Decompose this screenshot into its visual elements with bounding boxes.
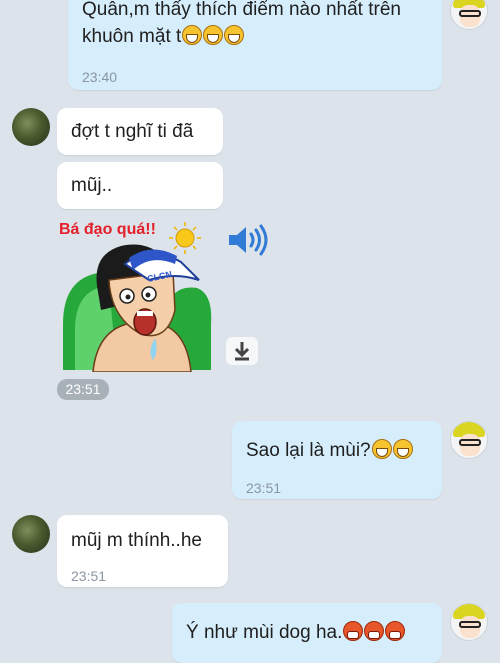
speaker-icon[interactable] bbox=[226, 223, 272, 257]
download-button[interactable] bbox=[226, 337, 258, 365]
message-text: Ý như mùi dog ha. bbox=[186, 622, 343, 643]
message-text: đợt t nghĩ ti đã bbox=[71, 121, 194, 142]
message-bubble-incoming[interactable]: mũj.. bbox=[57, 162, 223, 209]
message-bubble-outgoing[interactable]: Sao lại là mùi? 23:51 bbox=[232, 421, 442, 499]
message-bubble-incoming[interactable]: mũj m thính..he 23:51 bbox=[57, 515, 228, 587]
message-timestamp: 23:51 bbox=[246, 480, 282, 496]
grin-emoji-icon bbox=[182, 25, 203, 45]
my-avatar[interactable] bbox=[450, 0, 488, 30]
message-text: mũj.. bbox=[71, 175, 113, 196]
message-bubble-outgoing[interactable]: Ý như mùi dog ha. bbox=[172, 603, 442, 663]
grin-emoji-icon bbox=[203, 25, 224, 45]
contact-avatar[interactable] bbox=[12, 515, 50, 553]
angry-emoji-icon bbox=[364, 621, 385, 641]
message-timestamp: 23:40 bbox=[82, 69, 118, 85]
my-avatar[interactable] bbox=[450, 421, 488, 459]
message-timestamp: 23:51 bbox=[57, 379, 109, 400]
download-icon bbox=[234, 342, 250, 361]
grin-emoji-icon bbox=[224, 25, 245, 45]
message-text: mũj m thính..he bbox=[71, 530, 202, 551]
message-timestamp: 23:51 bbox=[71, 568, 107, 584]
message-text: khuôn mặt t bbox=[82, 26, 182, 47]
sticker-caption: Bá đạo quá!! bbox=[59, 221, 156, 238]
message-text: Quân,m thấy thích điểm nào nhất trên bbox=[82, 0, 401, 20]
contact-avatar[interactable] bbox=[12, 108, 50, 146]
message-text: Sao lại là mùi? bbox=[246, 440, 371, 461]
grin-emoji-icon bbox=[392, 439, 413, 459]
my-avatar[interactable] bbox=[450, 603, 488, 641]
sticker-image[interactable]: CLCN Bá đạo quá!! bbox=[57, 214, 217, 372]
message-bubble-incoming[interactable]: đợt t nghĩ ti đã bbox=[57, 108, 223, 155]
angry-emoji-icon bbox=[343, 621, 364, 641]
grin-emoji-icon bbox=[371, 439, 392, 459]
angry-emoji-icon bbox=[385, 621, 406, 641]
message-bubble-outgoing[interactable]: Quân,m thấy thích điểm nào nhất trên khu… bbox=[68, 0, 442, 90]
